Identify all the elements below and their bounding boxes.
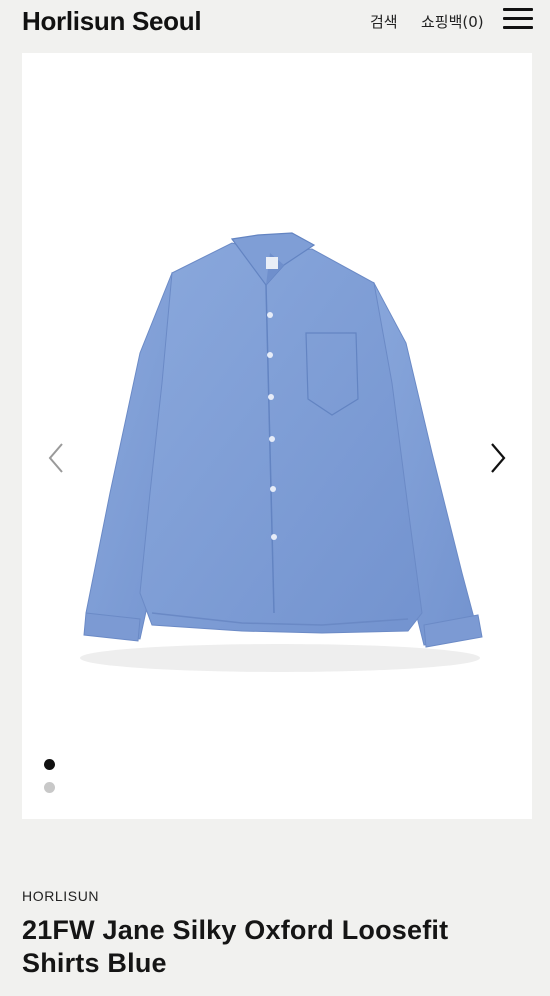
product-title: 21FW Jane Silky Oxford Loosefit Shirts B… — [22, 915, 449, 978]
hamburger-menu-icon[interactable] — [503, 8, 533, 32]
site-header: Horlisun Seoul 검색 쇼핑백(0) — [0, 0, 550, 50]
carousel-dot-active[interactable] — [44, 759, 55, 770]
brand-logo[interactable]: Horlisun Seoul — [22, 6, 202, 37]
shopping-bag-link[interactable]: 쇼핑백(0) — [421, 11, 484, 32]
chevron-right-icon[interactable] — [486, 441, 510, 475]
chevron-left-icon[interactable] — [45, 441, 69, 475]
product-image — [80, 232, 483, 672]
search-link[interactable]: 검색 — [370, 11, 398, 32]
carousel-dot[interactable] — [44, 782, 55, 793]
product-image-carousel — [22, 53, 532, 819]
product-brand: HORLISUN — [22, 888, 100, 904]
